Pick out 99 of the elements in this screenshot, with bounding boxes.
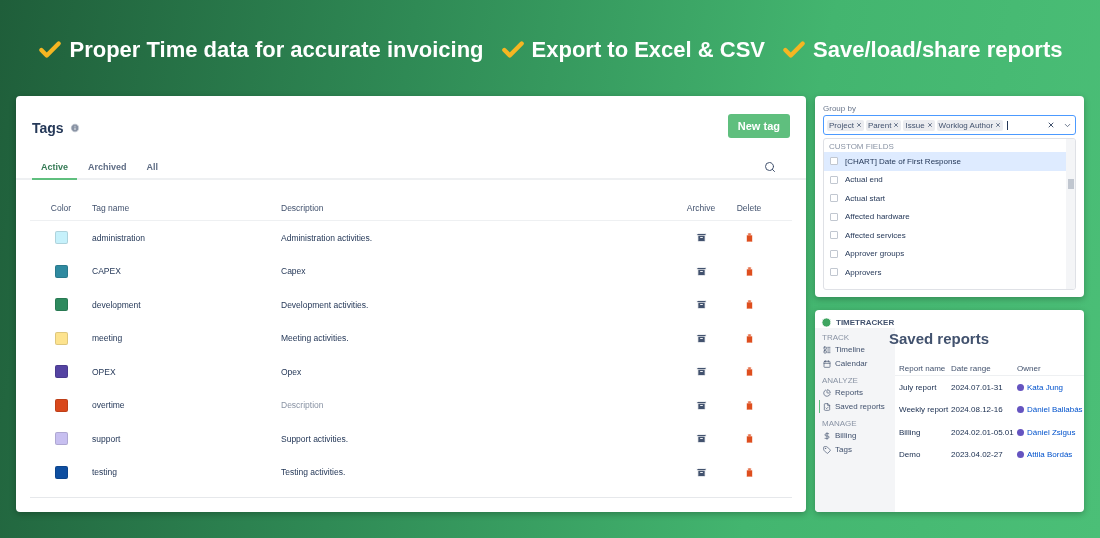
column-header: Date range xyxy=(951,363,992,373)
sidebar-item[interactable]: Tags xyxy=(819,443,895,456)
sidebar-item[interactable]: Billing xyxy=(819,429,895,442)
owner-link[interactable]: Dániel Zsigus xyxy=(1017,427,1084,437)
column-header: Delete xyxy=(736,203,762,213)
avatar xyxy=(1017,383,1024,391)
sidebar-item[interactable]: Saved reports xyxy=(819,400,895,413)
remove-icon[interactable] xyxy=(855,122,862,128)
date-range: 2024.07.01-31 xyxy=(951,382,1004,392)
avatar xyxy=(1017,451,1024,459)
remove-icon[interactable] xyxy=(926,122,933,128)
menu-option[interactable]: Approver groups xyxy=(824,244,1066,263)
tag-name: overtime xyxy=(92,400,126,411)
report-name: Billing xyxy=(899,427,922,437)
tag-description: Description xyxy=(281,400,325,411)
file-check-icon xyxy=(823,402,831,411)
sidebar-section: ANALYZE xyxy=(822,376,895,385)
chip: Issue xyxy=(903,119,935,131)
archive-button[interactable] xyxy=(695,366,707,378)
tag-name: support xyxy=(92,433,122,444)
clear-icon[interactable] xyxy=(1047,121,1055,129)
delete-button[interactable] xyxy=(743,466,755,478)
report-name: July report xyxy=(899,382,938,392)
column-header: Description xyxy=(281,203,324,213)
remove-icon[interactable] xyxy=(893,122,900,128)
menu-option[interactable]: Actual end xyxy=(824,170,1066,189)
info-icon xyxy=(69,123,80,133)
delete-button[interactable] xyxy=(743,299,755,311)
delete-button[interactable] xyxy=(743,332,755,344)
archive-button[interactable] xyxy=(695,265,707,277)
dollar-icon xyxy=(823,431,831,440)
menu-option[interactable]: [CHART] Date of First Response xyxy=(824,152,1066,171)
delete-button[interactable] xyxy=(743,232,755,244)
tag-description: Capex xyxy=(281,266,307,277)
brand-name: TIMETRACKER xyxy=(836,317,895,327)
menu-option[interactable]: Affected services xyxy=(824,226,1066,245)
avatar xyxy=(1017,428,1024,436)
remove-icon[interactable] xyxy=(995,122,1002,128)
column-header: Archive xyxy=(686,203,716,213)
delete-button[interactable] xyxy=(743,433,755,445)
tag-description: Opex xyxy=(281,366,303,377)
feature-text: Export to Excel & CSV xyxy=(531,37,766,63)
sidebar-item[interactable]: Calendar xyxy=(819,357,895,370)
delete-button[interactable] xyxy=(743,265,755,277)
column-header: Color xyxy=(50,203,72,213)
tag-name: administration xyxy=(92,232,146,243)
column-header: Owner xyxy=(1017,363,1042,373)
archive-button[interactable] xyxy=(695,232,707,244)
menu-option[interactable]: Approvers xyxy=(824,263,1066,282)
chip: Worklog Author xyxy=(936,119,1004,131)
column-header: Report name xyxy=(899,363,947,373)
date-range: 2024.02.01-05.01 xyxy=(951,427,1015,437)
date-range: 2023.04.02-27 xyxy=(951,450,1004,460)
field-label: Group by xyxy=(823,104,857,113)
owner-link[interactable]: Kata Jung xyxy=(1017,382,1084,392)
search-icon[interactable] xyxy=(764,161,776,173)
group-by-select[interactable]: Project Parent Issue Worklog Author xyxy=(823,115,1076,135)
archive-button[interactable] xyxy=(695,299,707,311)
tab[interactable]: Archived xyxy=(79,156,136,180)
menu-option[interactable]: Affected hardware xyxy=(824,207,1066,226)
tag-name: development xyxy=(92,299,142,310)
archive-button[interactable] xyxy=(695,433,707,445)
feature-text: Save/load/share reports xyxy=(813,37,1063,63)
report-name: Demo xyxy=(899,450,922,460)
calendar-icon xyxy=(823,359,831,368)
section-header: CUSTOM FIELDS xyxy=(828,141,895,152)
column-header: Tag name xyxy=(92,203,130,213)
scrollbar[interactable] xyxy=(1066,139,1075,289)
delete-button[interactable] xyxy=(743,399,755,411)
chip: Parent xyxy=(865,119,902,131)
archive-button[interactable] xyxy=(695,332,707,344)
sidebar-section: MANAGE xyxy=(822,419,895,428)
tag-description: Development activities. xyxy=(281,299,370,310)
date-range: 2024.08.12-16 xyxy=(951,405,1004,415)
panel-title: Tags xyxy=(32,120,64,136)
delete-button[interactable] xyxy=(743,366,755,378)
tag-description: Meeting activities. xyxy=(281,333,350,344)
list-icon xyxy=(823,345,831,354)
chip: Project xyxy=(827,119,864,131)
archive-button[interactable] xyxy=(695,466,707,478)
tab[interactable]: All xyxy=(137,156,168,180)
owner-link[interactable]: Attila Bordás xyxy=(1017,450,1084,460)
report-name: Weekly report xyxy=(899,405,950,415)
pie-chart-icon xyxy=(823,388,831,397)
tab[interactable]: Active xyxy=(32,156,77,180)
tag-description: Support activities. xyxy=(281,433,350,444)
tag-description: Administration activities. xyxy=(281,232,374,243)
menu-option[interactable]: Actual start xyxy=(824,189,1066,208)
tag-name: meeting xyxy=(92,333,124,344)
sidebar-item[interactable]: Reports xyxy=(819,386,895,399)
tag-name: CAPEX xyxy=(92,266,122,277)
archive-button[interactable] xyxy=(695,399,707,411)
tag-description: Testing activities. xyxy=(281,467,347,478)
tag-name: testing xyxy=(92,467,119,478)
feature-text: Proper Time data for accurate invoicing xyxy=(69,37,484,63)
owner-link[interactable]: Dániel Ballabás xyxy=(1017,405,1084,415)
tag-name: OPEX xyxy=(92,366,117,377)
tag-icon xyxy=(823,445,831,454)
avatar xyxy=(1017,406,1024,414)
